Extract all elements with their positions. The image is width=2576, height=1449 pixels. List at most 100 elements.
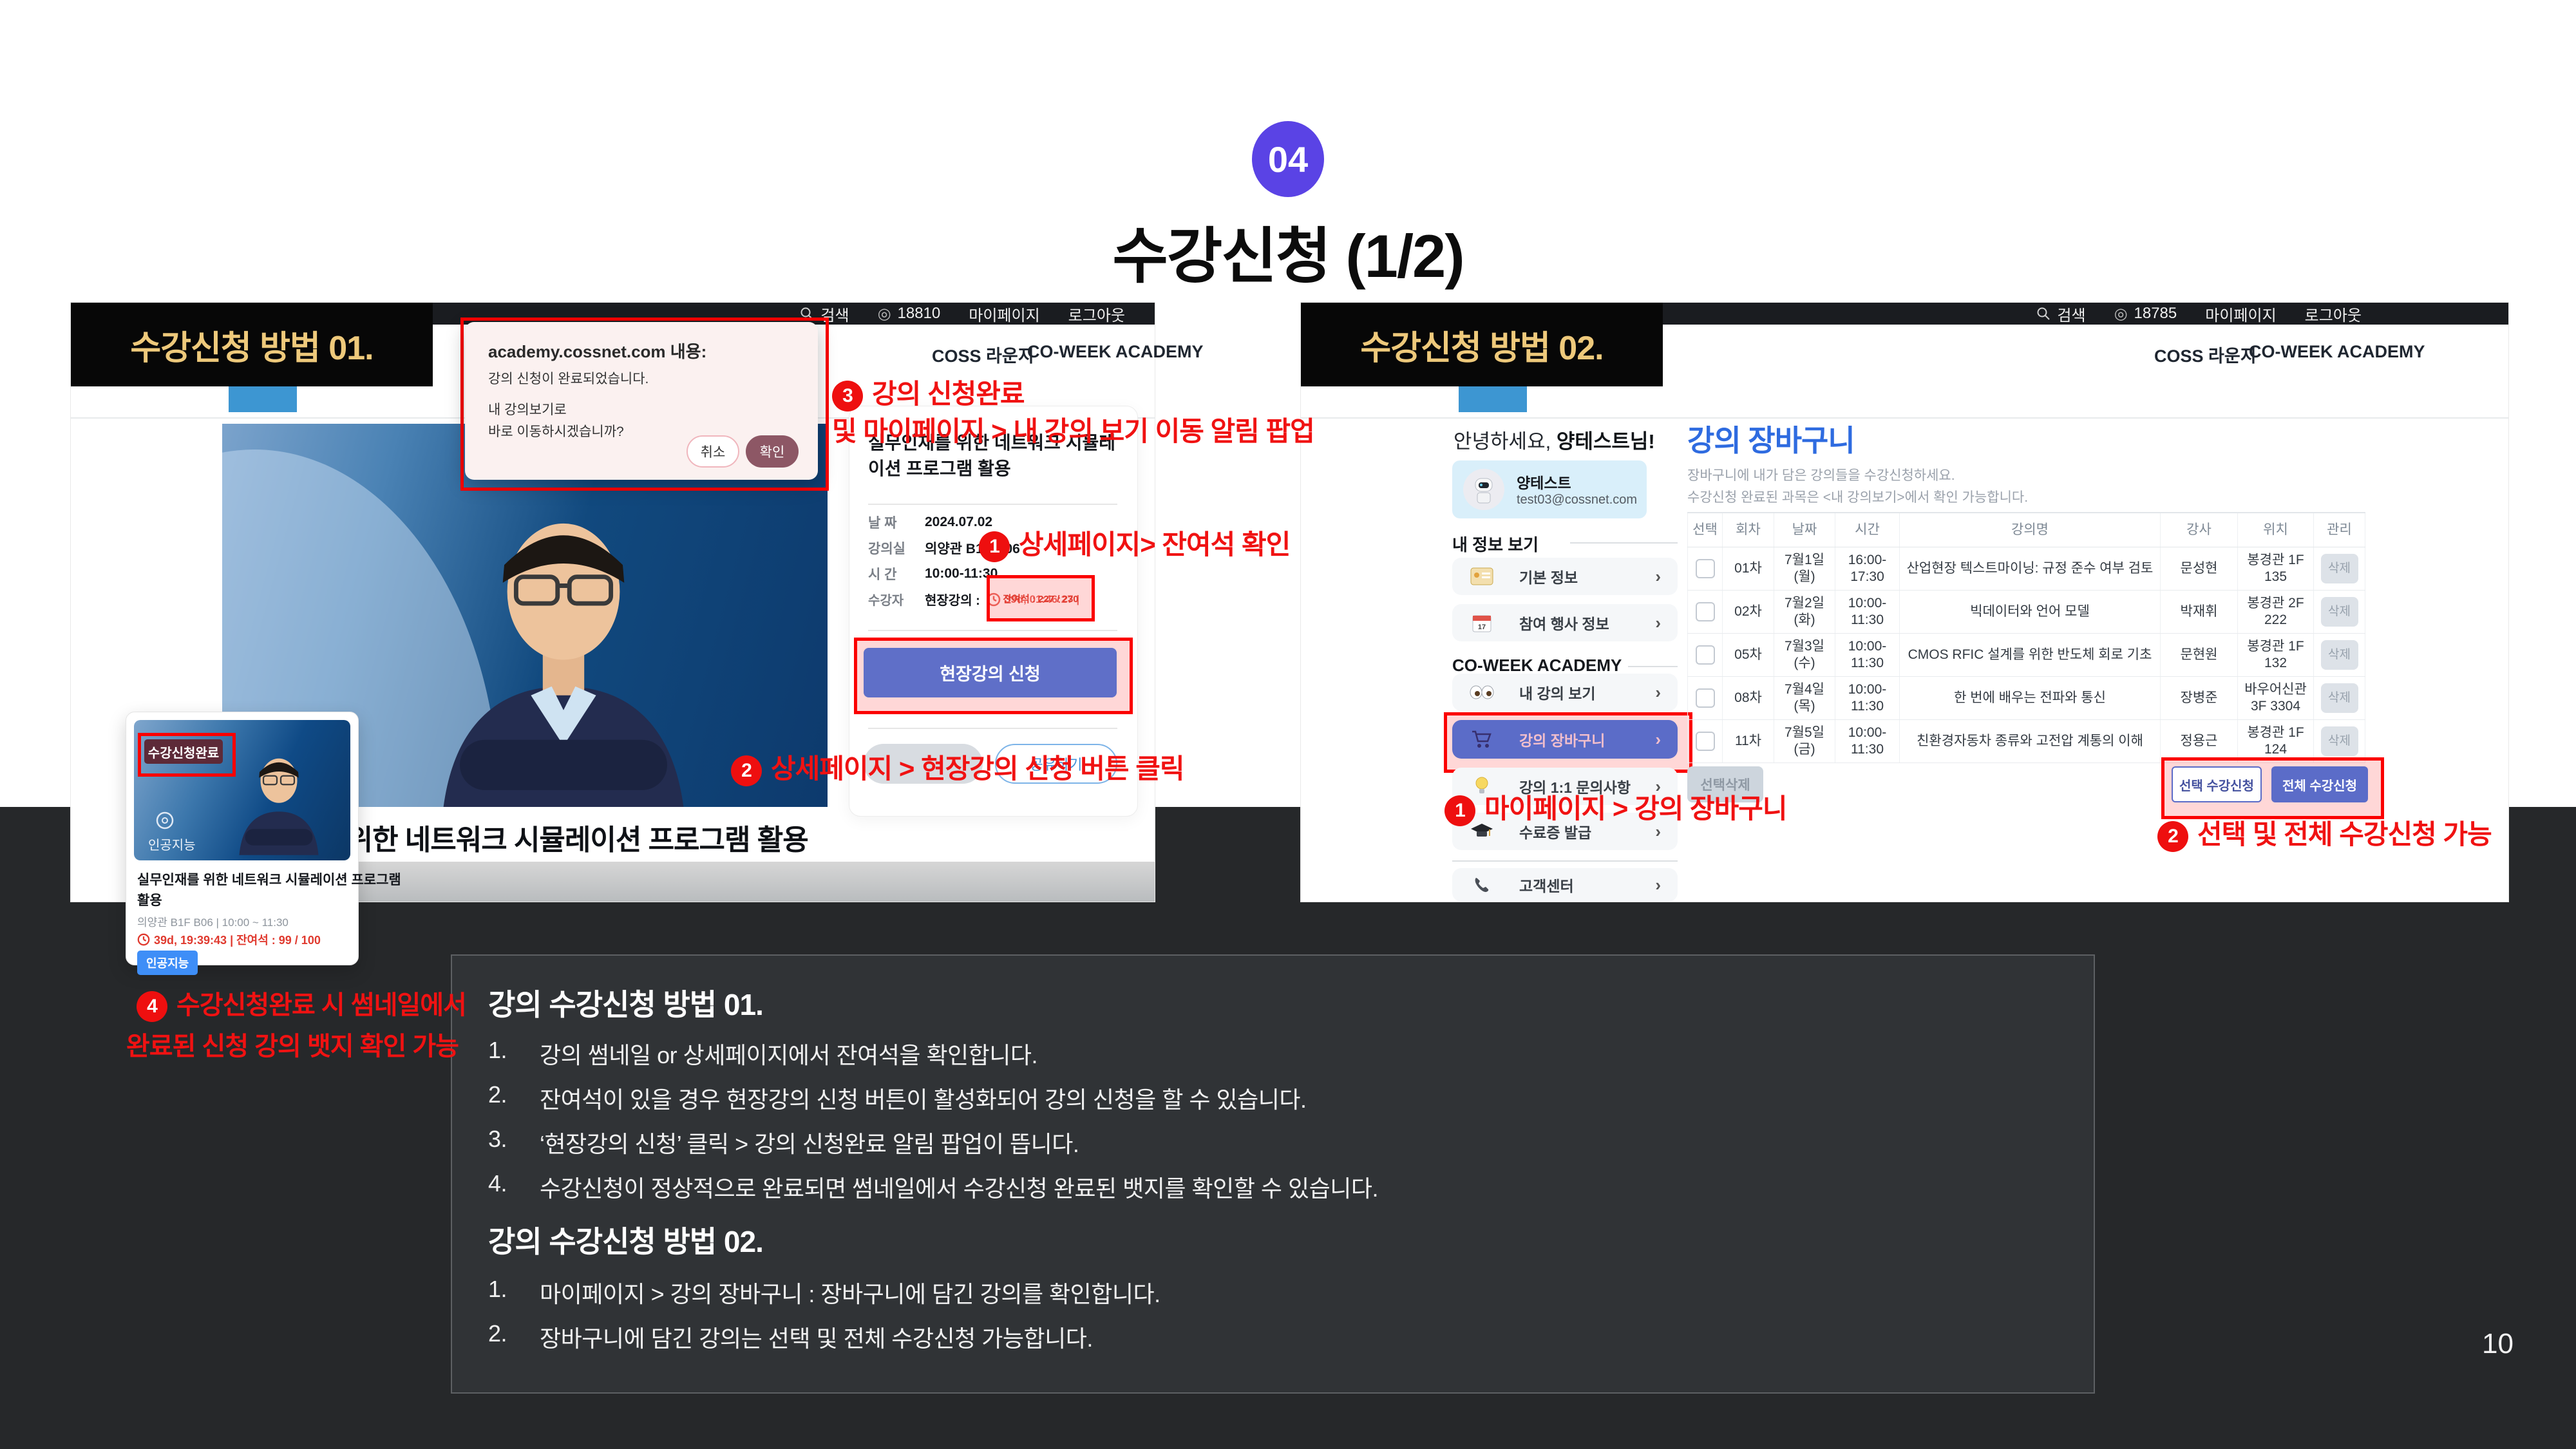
svg-text:17: 17 <box>1478 623 1486 631</box>
chevron-right-icon: › <box>1655 567 1661 587</box>
info-row-time: 시 간10:00-11:30 <box>868 564 998 583</box>
profile-name: 양테스트 <box>1517 471 1571 493</box>
note-3-line2: 및 마이페이지 > 내 강의 보기 이동 알림 팝업 <box>832 410 1314 449</box>
row-checkbox[interactable] <box>1696 732 1715 751</box>
page-number: 10 <box>2482 1328 2514 1360</box>
note-4-line1: 4수강신청완료 시 썸네일에서 <box>137 984 466 1022</box>
instructions-panel: 강의 수강신청 방법 01. 1.강의 썸네일 or 상세페이지에서 잔여석을 … <box>451 954 2095 1394</box>
profile-card: 양테스트 test03@cossnet.com <box>1452 460 1647 518</box>
sidebar-item-basic-info[interactable]: 기본 정보 › <box>1452 558 1678 595</box>
left-nav-academy[interactable]: CO-WEEK ACADEMY <box>1027 342 1204 362</box>
note-1-left: 1상세페이지> 잔여석 확인 <box>979 523 1290 562</box>
note-3-line1: 3강의 신청완료 <box>832 372 1025 412</box>
mypage-link[interactable]: 마이페이지 <box>2205 303 2276 325</box>
page-title: 수강신청 (1/2) <box>0 207 2576 295</box>
method-02-label: 수강신청 방법 02. <box>1301 303 1663 386</box>
right-nav-divider <box>1301 417 2508 419</box>
course-thumbnail-card[interactable]: 인공지능 수강신청완료 실무인재를 위한 네트워크 시뮬레이션 프로그램 활용 … <box>126 712 359 965</box>
cart-table: 선택회차 날짜시간 강의명강사 위치관리 01차7월1일(월) 16:00-17… <box>1687 512 2365 763</box>
visitor-counter: ◎ 18785 <box>2114 305 2177 323</box>
logout-link[interactable]: 로그아웃 <box>1068 303 1125 325</box>
instructions-title-2: 강의 수강신청 방법 02. <box>488 1218 763 1261</box>
chevron-right-icon: › <box>1655 730 1661 750</box>
instructions-title-1: 강의 수강신청 방법 01. <box>488 981 763 1024</box>
delete-button[interactable]: 삭제 <box>2321 683 2358 713</box>
section-number-badge: 04 <box>1252 121 1324 197</box>
search-button[interactable]: 검색 <box>2036 303 2085 325</box>
thumbnail-title-line2: 활용 <box>137 890 162 909</box>
seats-highlight-box: 잔여석 : 227 / 230 <box>987 575 1095 621</box>
card-divider-2 <box>868 630 1117 631</box>
instruction-item: 2.잔여석이 있을 경우 현장강의 신청 버튼이 활성화되어 강의 신청을 할 … <box>488 1081 1306 1115</box>
eyes-icon <box>1469 685 1495 699</box>
cart-row-5: 11차7월5일(금) 10:00-11:30친환경자동차 종류와 고전압 계통의… <box>1687 720 2365 763</box>
chevron-right-icon: › <box>1655 875 1661 895</box>
chevron-right-icon: › <box>1655 683 1661 703</box>
popup-confirm-button[interactable]: 확인 <box>746 435 799 468</box>
card-divider-3 <box>868 728 1117 729</box>
sidebar-item-my-lectures[interactable]: 내 강의 보기 › <box>1452 674 1678 711</box>
instruction-item: 3.‘현장강의 신청’ 클릭 > 강의 신청완료 알림 팝업이 뜹니다. <box>488 1126 1079 1159</box>
chevron-right-icon: › <box>1655 613 1661 633</box>
thumbnail-title-line1: 실무인재를 위한 네트워크 시뮬레이션 프로그램 <box>137 869 401 889</box>
right-nav-lounge[interactable]: COSS 라운지 <box>2154 342 2257 367</box>
target-icon: ◎ <box>2114 305 2128 323</box>
cart-row-1: 01차7월1일(월) 16:00-17:30산업현장 텍스트마이닝: 규정 준수… <box>1687 547 2365 591</box>
badge-highlight-box <box>138 733 236 777</box>
seats-remaining: 잔여석 : 227 / 230 <box>1003 592 1078 605</box>
onsite-apply-button[interactable]: 현장강의 신청 <box>864 648 1117 697</box>
browser-alert-popup: academy.cossnet.com 내용: 강의 신청이 완료되었습니다. … <box>465 322 818 480</box>
delete-button[interactable]: 삭제 <box>2321 640 2358 670</box>
popup-cancel-button[interactable]: 취소 <box>687 435 739 468</box>
thumbnail-category-overlay: 인공지능 <box>148 835 196 853</box>
popup-message-3: 바로 이동하시겠습니까? <box>488 421 624 440</box>
row-checkbox[interactable] <box>1696 559 1715 578</box>
sidebar-divider <box>1452 860 1678 862</box>
target-icon: ◎ <box>878 305 891 323</box>
note-2-left: 2상세페이지 > 현장강의 신청 버튼 클릭 <box>731 747 1184 786</box>
instruction-item: 2.장바구니에 담긴 강의는 선택 및 전체 수강신청 가능합니다. <box>488 1320 1093 1354</box>
delete-button[interactable]: 삭제 <box>2321 726 2358 756</box>
right-nav-academy[interactable]: CO-WEEK ACADEMY <box>2249 342 2425 362</box>
sidebar-item-event-info[interactable]: 17 참여 행사 정보 › <box>1452 604 1678 641</box>
popup-message-1: 강의 신청이 완료되었습니다. <box>488 368 649 388</box>
instruction-item: 1.강의 썸네일 or 상세페이지에서 잔여석을 확인합니다. <box>488 1037 1037 1070</box>
note-1-right: 1마이페이지 > 강의 장바구니 <box>1444 787 1787 826</box>
robot-avatar <box>1463 468 1505 511</box>
mypage-link[interactable]: 마이페이지 <box>969 303 1039 325</box>
visitor-counter: ◎ 18810 <box>878 305 941 323</box>
logout-link[interactable]: 로그아웃 <box>2305 303 2362 325</box>
greeting: 안녕하세요, 양테스트님! <box>1454 425 1655 454</box>
left-nav-lounge[interactable]: COSS 라운지 <box>932 342 1034 367</box>
section-line <box>1628 666 1678 667</box>
ai-brain-icon <box>153 809 176 832</box>
cart-table-header: 선택회차 날짜시간 강의명강사 위치관리 <box>1687 512 2365 547</box>
row-checkbox[interactable] <box>1696 645 1715 665</box>
apply-selected-button[interactable]: 선택 수강신청 <box>2172 766 2262 802</box>
cart-row-2: 02차7월2일(화) 10:00-11:30빅데이터와 언어 모델 박재휘봉경관… <box>1687 591 2365 634</box>
note-4-line2: 완료된 신청 강의 뱃지 확인 가능 <box>126 1025 459 1063</box>
row-checkbox[interactable] <box>1696 688 1715 708</box>
popup-title: academy.cossnet.com 내용: <box>488 339 706 363</box>
clock-icon <box>137 933 150 946</box>
cart-description: 장바구니에 내가 담은 강의들을 수강신청하세요. 수강신청 완료된 과목은 <… <box>1687 465 2028 509</box>
row-checkbox[interactable] <box>1696 602 1715 621</box>
slide-canvas: 04 수강신청 (1/2) 검색 ◎ 18810 마이페이지 로그아웃 COSS… <box>0 0 2576 1449</box>
cart-page-title: 강의 장바구니 <box>1687 417 1855 460</box>
note-2-right: 2선택 및 전체 수강신청 가능 <box>2157 813 2492 852</box>
thumbnail-meta: 의양관 B1F B06 | 10:00 ~ 11:30 <box>137 913 289 929</box>
apply-all-button[interactable]: 전체 수강신청 <box>2271 766 2368 802</box>
sidebar-item-lecture-cart[interactable]: 강의 장바구니 › <box>1452 720 1678 759</box>
phone-icon <box>1469 876 1495 894</box>
delete-button[interactable]: 삭제 <box>2321 554 2358 583</box>
delete-button[interactable]: 삭제 <box>2321 597 2358 627</box>
section-line <box>1570 542 1678 544</box>
left-active-tab-indicator <box>229 386 297 412</box>
instructor-photo <box>415 485 712 807</box>
sidebar-item-support[interactable]: 고객센터 › <box>1452 868 1678 902</box>
calendar-icon: 17 <box>1469 613 1495 632</box>
popup-message-2: 내 강의보기로 <box>488 399 567 419</box>
search-icon <box>2036 307 2050 321</box>
thumbnail-instructor <box>231 746 327 855</box>
instruction-item: 4.수강신청이 정상적으로 완료되면 썸네일에서 수강신청 완료된 뱃지를 확인… <box>488 1170 1378 1204</box>
